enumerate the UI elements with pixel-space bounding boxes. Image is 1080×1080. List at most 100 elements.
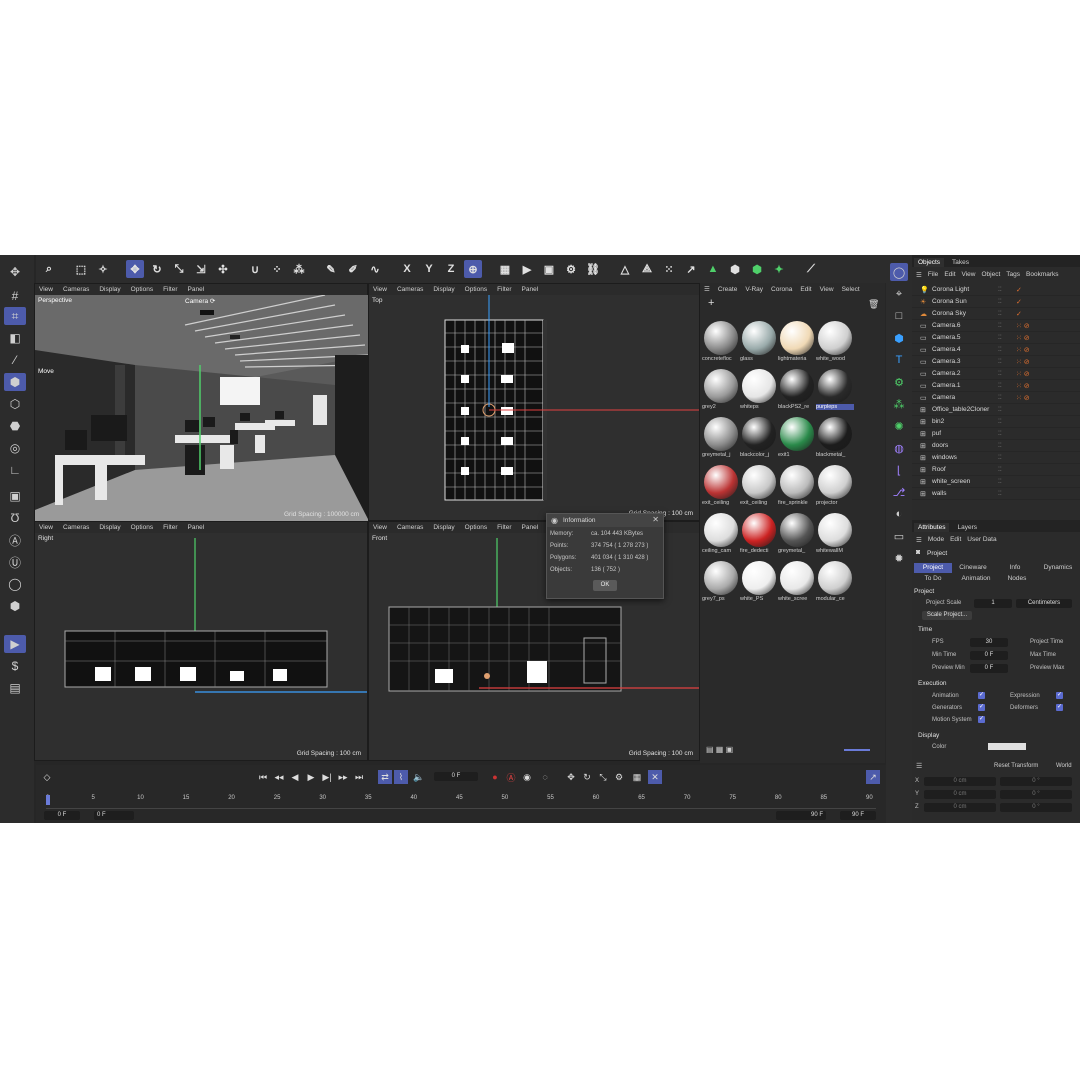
menu-cameras[interactable]: Cameras — [397, 524, 423, 531]
tab-takes[interactable]: Takes — [948, 258, 974, 267]
edge-icon[interactable]: ∟ — [4, 461, 26, 479]
tab-project[interactable]: Project — [914, 563, 952, 573]
visibility-dots-icon[interactable]: ⁚⁚ — [998, 406, 1010, 413]
cube-green-icon[interactable]: ⬢ — [748, 260, 766, 278]
cube-white-icon[interactable]: ⬢ — [726, 260, 744, 278]
material-swatch[interactable]: exit_ceiling — [740, 463, 778, 509]
visibility-dots-icon[interactable]: ⁚⁚ — [998, 418, 1010, 425]
transform-icon[interactable]: ⇲ — [192, 260, 210, 278]
workplane-icon[interactable]: ⌗ — [4, 307, 26, 325]
material-swatch[interactable]: modular_ce — [816, 559, 854, 605]
menu-hamburger-icon[interactable]: ☰ — [916, 762, 922, 770]
object-row[interactable]: ⊞ white_screen ⁚⁚ — [912, 476, 1080, 488]
spline-tool-icon[interactable]: ◯ — [890, 263, 908, 281]
menu-edit[interactable]: Edit — [944, 271, 955, 278]
point-icon[interactable]: ◎ — [4, 439, 26, 457]
render-settings-icon[interactable]: ⚙ — [562, 260, 580, 278]
triangle-icon[interactable]: △ — [616, 260, 634, 278]
viewport-perspective[interactable]: View Cameras Display Options Filter Pane… — [34, 283, 369, 521]
menu-view[interactable]: View — [39, 524, 53, 531]
menu-view[interactable]: View — [820, 286, 834, 293]
view-list-icon[interactable]: ▤ ▦ ▣ — [706, 745, 733, 754]
project-scale-input[interactable]: 1 — [974, 599, 1012, 608]
grid-snap-icon[interactable]: # — [4, 287, 26, 305]
polygon-icon[interactable]: ⬣ — [4, 417, 26, 435]
go-start-icon[interactable]: ⏮ — [256, 770, 270, 784]
axis-y-button[interactable]: Y — [420, 260, 438, 278]
spline-icon[interactable]: ∿ — [366, 260, 384, 278]
effector-icon[interactable]: ⎇ — [890, 483, 908, 501]
visibility-dots-icon[interactable]: ⁚⁚ — [998, 430, 1010, 437]
light-tool-icon[interactable]: ✹ — [890, 549, 908, 567]
visibility-dots-icon[interactable]: ⁚⁚ — [998, 334, 1010, 341]
position-z-input[interactable]: 0 cm — [924, 803, 996, 812]
move-icon[interactable]: ✥ — [126, 260, 144, 278]
visibility-dots-icon[interactable]: ⁚⁚ — [998, 370, 1010, 377]
object-tag-icon[interactable]: ⁙ ⊘ — [1016, 358, 1030, 366]
menu-panel[interactable]: Panel — [188, 286, 205, 293]
object-tag-icon[interactable]: ⁙ ⊘ — [1016, 346, 1030, 354]
magnet-tool-icon[interactable]: ∪ — [246, 260, 264, 278]
animation-checkbox[interactable]: ✓ — [978, 692, 985, 699]
object-row[interactable]: 💡 Corona Light ⁚⁚ ✓ — [912, 284, 1080, 296]
field-icon[interactable]: ✺ — [890, 417, 908, 435]
menu-display[interactable]: Display — [433, 286, 454, 293]
current-frame-input[interactable]: 0 F — [434, 772, 478, 781]
expression-checkbox[interactable]: ✓ — [1056, 692, 1063, 699]
object-row[interactable]: ▭ Camera.6 ⁚⁚ ⁙ ⊘ — [912, 320, 1080, 332]
menu-display[interactable]: Display — [433, 524, 454, 531]
render-view-icon[interactable]: ▶ — [518, 260, 536, 278]
tab-cineware[interactable]: Cineware — [954, 563, 992, 573]
next-key-icon[interactable]: ▸▸ — [336, 770, 350, 784]
visibility-dots-icon[interactable]: ⁚⁚ — [998, 358, 1010, 365]
object-row[interactable]: ⊞ doors ⁚⁚ — [912, 440, 1080, 452]
material-swatch[interactable]: white_PS — [740, 559, 778, 605]
add-material-icon[interactable]: + — [708, 297, 714, 309]
scale-icon[interactable]: ⤡ — [170, 260, 188, 278]
object-tag-icon[interactable]: ✓ — [1016, 310, 1022, 318]
scale-project-button[interactable]: Scale Project... — [922, 611, 972, 620]
prev-key-icon[interactable]: ◂◂ — [272, 770, 286, 784]
folder-icon[interactable]: ▤ — [4, 679, 26, 697]
cube-icon[interactable]: ⬢ — [890, 329, 908, 347]
menu-view[interactable]: View — [373, 524, 387, 531]
text-icon[interactable]: T — [890, 351, 908, 369]
link-icon[interactable]: ⛓ — [584, 260, 602, 278]
material-swatch[interactable]: grey2 — [702, 367, 740, 413]
select-icon[interactable]: ⬚ — [72, 260, 90, 278]
playhead[interactable] — [46, 795, 50, 805]
play-render-icon[interactable]: ▶ — [4, 635, 26, 653]
start-frame-input[interactable]: 0 F — [44, 811, 80, 820]
deformers-checkbox[interactable]: ✓ — [1056, 704, 1063, 711]
material-swatch[interactable]: ceiling_cam — [702, 511, 740, 557]
menu-panel[interactable]: Panel — [522, 524, 539, 531]
viewport-right[interactable]: View Cameras Display Options Filter Pane… — [34, 521, 368, 761]
visibility-dots-icon[interactable]: ⁚⁚ — [998, 394, 1010, 401]
menu-options[interactable]: Options — [465, 524, 487, 531]
uv-icon[interactable]: Ⓤ — [4, 553, 26, 571]
object-row[interactable]: ⊞ puf ⁚⁚ — [912, 428, 1080, 440]
sculpt-icon[interactable]: ◯ — [4, 575, 26, 593]
menu-panel[interactable]: Panel — [188, 524, 205, 531]
axis-icon[interactable]: Ⓐ — [4, 531, 26, 549]
preview-min-input[interactable]: 0 F — [970, 664, 1008, 673]
cloner-icon[interactable]: ⁂ — [890, 395, 908, 413]
grid-dots-icon[interactable]: ⁙ — [660, 260, 678, 278]
fps-input[interactable]: 30 — [970, 638, 1008, 647]
bend-icon[interactable]: ⌊ — [890, 461, 908, 479]
ok-button[interactable]: OK — [593, 580, 617, 591]
menu-bookmarks[interactable]: Bookmarks — [1026, 271, 1059, 278]
close-icon[interactable]: ✕ — [652, 515, 659, 524]
plugin-icon[interactable]: ✦ — [770, 260, 788, 278]
menu-view[interactable]: View — [962, 271, 976, 278]
material-swatch[interactable]: fire_dedecti — [740, 511, 778, 557]
timeline-graph-icon[interactable]: ↗ — [866, 770, 880, 784]
menu-corona[interactable]: Corona — [771, 286, 792, 293]
material-swatch[interactable]: greymetal_j — [702, 415, 740, 461]
next-frame-icon[interactable]: ▶| — [320, 770, 334, 784]
material-swatch[interactable]: exit1 — [778, 415, 816, 461]
autokey-icon[interactable]: Ⓐ — [504, 770, 518, 784]
search-icon[interactable]: ⌕ — [40, 260, 58, 278]
record-icon[interactable]: ● — [488, 770, 502, 784]
key-param-icon[interactable]: ⚙ — [612, 770, 626, 784]
